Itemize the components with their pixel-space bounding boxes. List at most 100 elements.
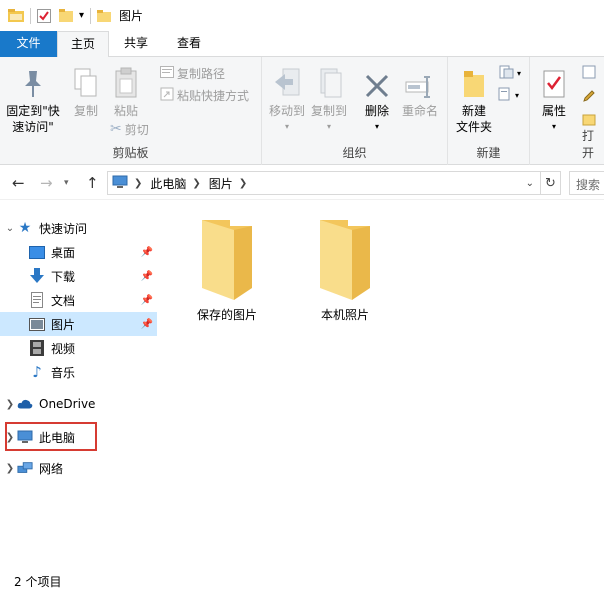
address-field[interactable]: ❯ 此电脑 ❯ 图片 ❯ ⌄ ↻ [107, 171, 561, 195]
paste-button[interactable]: 粘贴 [106, 65, 146, 119]
pin-quick-access-label: 固定到"快 速访问" [6, 104, 60, 134]
ribbon-tabs: 文件 主页 共享 查看 [0, 31, 604, 58]
cut-button[interactable]: ✂ 剪切 [110, 119, 149, 139]
rename-icon [398, 65, 442, 99]
delete-x-icon [360, 65, 394, 99]
move-to-button[interactable]: 移动到 ▾ [266, 65, 308, 135]
nav-item-downloads[interactable]: 下载 📌 [0, 264, 157, 288]
rename-label: 重命名 [401, 104, 438, 118]
quick-access-dropdown-icon[interactable]: ▾ [79, 6, 84, 26]
folder-name: 本机照片 [320, 308, 369, 322]
properties-button[interactable]: 属性 ▾ [536, 65, 572, 135]
status-bar: 2 个项目 [0, 568, 604, 595]
tab-share[interactable]: 共享 [110, 31, 162, 57]
expand-chevron-right-icon[interactable]: ❯ [3, 399, 17, 410]
pin-icon[interactable]: 📌 [141, 247, 153, 258]
nav-item-label: 图片 [51, 317, 76, 332]
recent-locations-chevron-icon[interactable]: ▾ [64, 178, 69, 188]
nav-quick-access[interactable]: ⌄ ★ 快速访问 [0, 216, 157, 240]
copy-path-icon [160, 65, 174, 81]
pin-icon[interactable]: 📌 [141, 271, 153, 282]
copy-to-label: 复制到 [310, 104, 347, 118]
delete-label: 删除 [364, 104, 389, 118]
pin-icon [4, 65, 62, 99]
nav-item-pictures[interactable]: 图片 📌 [0, 312, 157, 336]
copy-icon [66, 65, 106, 99]
properties-check-icon[interactable] [37, 6, 51, 26]
organize-group-label: 组织 [342, 146, 367, 160]
folder-title-icon [97, 6, 112, 26]
toolbar-separator [30, 7, 31, 24]
clipboard-group-label: 剪贴板 [112, 146, 149, 160]
copy-to-button[interactable]: 复制到 ▾ [308, 65, 350, 135]
breadcrumb-pictures[interactable]: 图片 [209, 175, 233, 192]
nav-item-label: 下载 [51, 269, 76, 284]
easy-access-dropdown-icon: ▾ [515, 90, 520, 100]
nav-item-music[interactable]: ♪ 音乐 [0, 360, 157, 384]
nav-item-label: 视频 [51, 341, 76, 356]
nav-item-desktop[interactable]: 桌面 📌 [0, 240, 157, 264]
refresh-icon[interactable]: ↻ [540, 172, 560, 194]
this-pc-highlight-box [5, 422, 97, 451]
address-dropdown-icon[interactable]: ⌄ [526, 178, 534, 189]
music-note-icon: ♪ [32, 363, 42, 381]
clipboard-icon [106, 65, 146, 99]
move-to-label: 移动到 [268, 104, 305, 118]
edit-pencil-icon [582, 89, 596, 106]
pin-quick-access-button[interactable]: 固定到"快 速访问" [4, 65, 62, 135]
back-arrow-icon[interactable]: ← [12, 174, 25, 192]
nav-onedrive[interactable]: ❯ OneDrive [0, 392, 157, 416]
tab-file[interactable]: 文件 [0, 31, 57, 57]
new-folder-quick-icon[interactable] [59, 6, 73, 26]
move-to-dropdown-icon: ▾ [284, 122, 289, 131]
delete-button[interactable]: 删除 ▾ [360, 65, 394, 135]
new-item-button[interactable]: ▾ [498, 63, 521, 83]
folder-item[interactable]: 保存的图片 [179, 216, 275, 323]
paste-shortcut-button[interactable]: 粘贴快捷方式 [160, 85, 249, 105]
nav-item-videos[interactable]: 视频 [0, 336, 157, 360]
tab-view[interactable]: 查看 [163, 31, 215, 57]
move-to-icon [266, 65, 308, 99]
copy-to-icon [308, 65, 350, 99]
new-folder-icon [452, 65, 496, 99]
open-group: 属性 ▾ 打开 [530, 57, 604, 165]
paste-shortcut-icon [160, 87, 174, 104]
item-count: 2 个项目 [14, 575, 62, 589]
expand-chevron-right-icon[interactable]: ❯ [3, 463, 17, 474]
breadcrumb-chevron-icon[interactable]: ❯ [134, 178, 142, 189]
forward-arrow-icon[interactable]: → [40, 174, 53, 192]
edit-button[interactable] [582, 87, 596, 107]
folder-icon [297, 216, 393, 306]
network-icon [17, 460, 33, 476]
pin-icon[interactable]: 📌 [141, 319, 153, 330]
nav-network[interactable]: ❯ 网络 [0, 456, 157, 480]
navigation-pane: ⌄ ★ 快速访问 桌面 📌 下载 📌 文档 📌 图片 📌 视频 ♪ 音乐 ❯ O… [0, 200, 157, 568]
copy-to-dropdown-icon: ▾ [326, 122, 331, 131]
nav-item-label: 音乐 [51, 365, 76, 380]
nav-item-documents[interactable]: 文档 📌 [0, 288, 157, 312]
scissors-icon: ✂ [110, 121, 122, 137]
address-bar-row: ← → ▾ ↑ ❯ 此电脑 ❯ 图片 ❯ ⌄ ↻ 搜索 [0, 166, 604, 200]
copy-path-label: 复制路径 [177, 66, 226, 81]
expand-chevron-down-icon[interactable]: ⌄ [3, 223, 17, 234]
organize-group: 移动到 ▾ 复制到 ▾ 删除 ▾ 重命名 组织 [262, 57, 448, 165]
breadcrumb-chevron-icon[interactable]: ❯ [192, 178, 200, 189]
search-input[interactable]: 搜索 [569, 171, 604, 195]
easy-access-button[interactable]: ▾ [498, 85, 519, 105]
paste-shortcut-label: 粘贴快捷方式 [177, 88, 250, 103]
explorer-app-icon[interactable] [8, 6, 24, 26]
breadcrumb-this-pc[interactable]: 此电脑 [150, 175, 186, 192]
open-button[interactable] [582, 63, 596, 83]
up-arrow-icon[interactable]: ↑ [86, 174, 99, 192]
new-folder-button[interactable]: 新建 文件夹 [452, 65, 496, 135]
tab-home[interactable]: 主页 [57, 31, 109, 58]
copy-button[interactable]: 复制 [66, 65, 106, 119]
folder-item[interactable]: 本机照片 [297, 216, 393, 323]
breadcrumb-chevron-icon[interactable]: ❯ [239, 178, 247, 189]
cloud-icon [17, 396, 33, 412]
rename-button[interactable]: 重命名 [398, 65, 442, 119]
copy-path-button[interactable]: 复制路径 [160, 63, 225, 83]
star-icon: ★ [18, 220, 32, 236]
pin-icon[interactable]: 📌 [141, 295, 153, 306]
copy-label: 复制 [73, 104, 98, 118]
